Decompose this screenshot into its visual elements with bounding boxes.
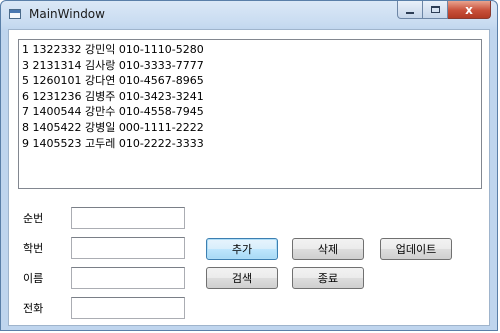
name-field[interactable] (71, 267, 185, 289)
caption-buttons: x (397, 1, 491, 20)
list-item[interactable]: 7 1400544 강만수 010-4558-7945 (22, 104, 478, 120)
main-window: MainWindow x 1 1322332 강민익 010-1110-5280… (0, 0, 498, 331)
phone-label: 전화 (23, 302, 44, 315)
student-id-field[interactable] (71, 237, 185, 259)
minimize-icon (406, 11, 414, 14)
title-bar[interactable]: MainWindow x (1, 1, 497, 29)
list-item[interactable]: 8 1405422 강병일 000-1111-2222 (22, 120, 478, 136)
window-title: MainWindow (29, 7, 105, 21)
maximize-icon (430, 6, 440, 13)
list-item[interactable]: 1 1322332 강민익 010-1110-5280 (22, 42, 478, 58)
client-area: 1 1322332 강민익 010-1110-5280 3 2131314 김사… (8, 29, 490, 326)
update-button[interactable]: 업데이트 (380, 238, 452, 260)
delete-button[interactable]: 삭제 (292, 238, 364, 260)
window-icon (9, 9, 21, 19)
close-button[interactable]: x (448, 1, 491, 19)
maximize-button[interactable] (423, 1, 448, 19)
list-item[interactable]: 9 1405523 고두레 010-2222-3333 (22, 136, 478, 152)
student-id-label: 학번 (23, 242, 44, 255)
search-button[interactable]: 검색 (206, 267, 278, 289)
exit-button[interactable]: 종료 (292, 267, 364, 289)
list-item[interactable]: 5 1260101 강다연 010-4567-8965 (22, 73, 478, 89)
add-button[interactable]: 추가 (206, 238, 278, 260)
student-listbox[interactable]: 1 1322332 강민익 010-1110-5280 3 2131314 김사… (18, 39, 482, 189)
close-icon: x (465, 2, 473, 17)
list-item[interactable]: 6 1231236 김병주 010-3423-3241 (22, 89, 478, 105)
name-label: 이름 (23, 272, 44, 285)
number-label: 순번 (23, 212, 44, 225)
minimize-button[interactable] (397, 1, 423, 19)
number-field[interactable] (71, 207, 185, 229)
phone-field[interactable] (71, 297, 185, 319)
list-item[interactable]: 3 2131314 김사랑 010-3333-7777 (22, 58, 478, 74)
